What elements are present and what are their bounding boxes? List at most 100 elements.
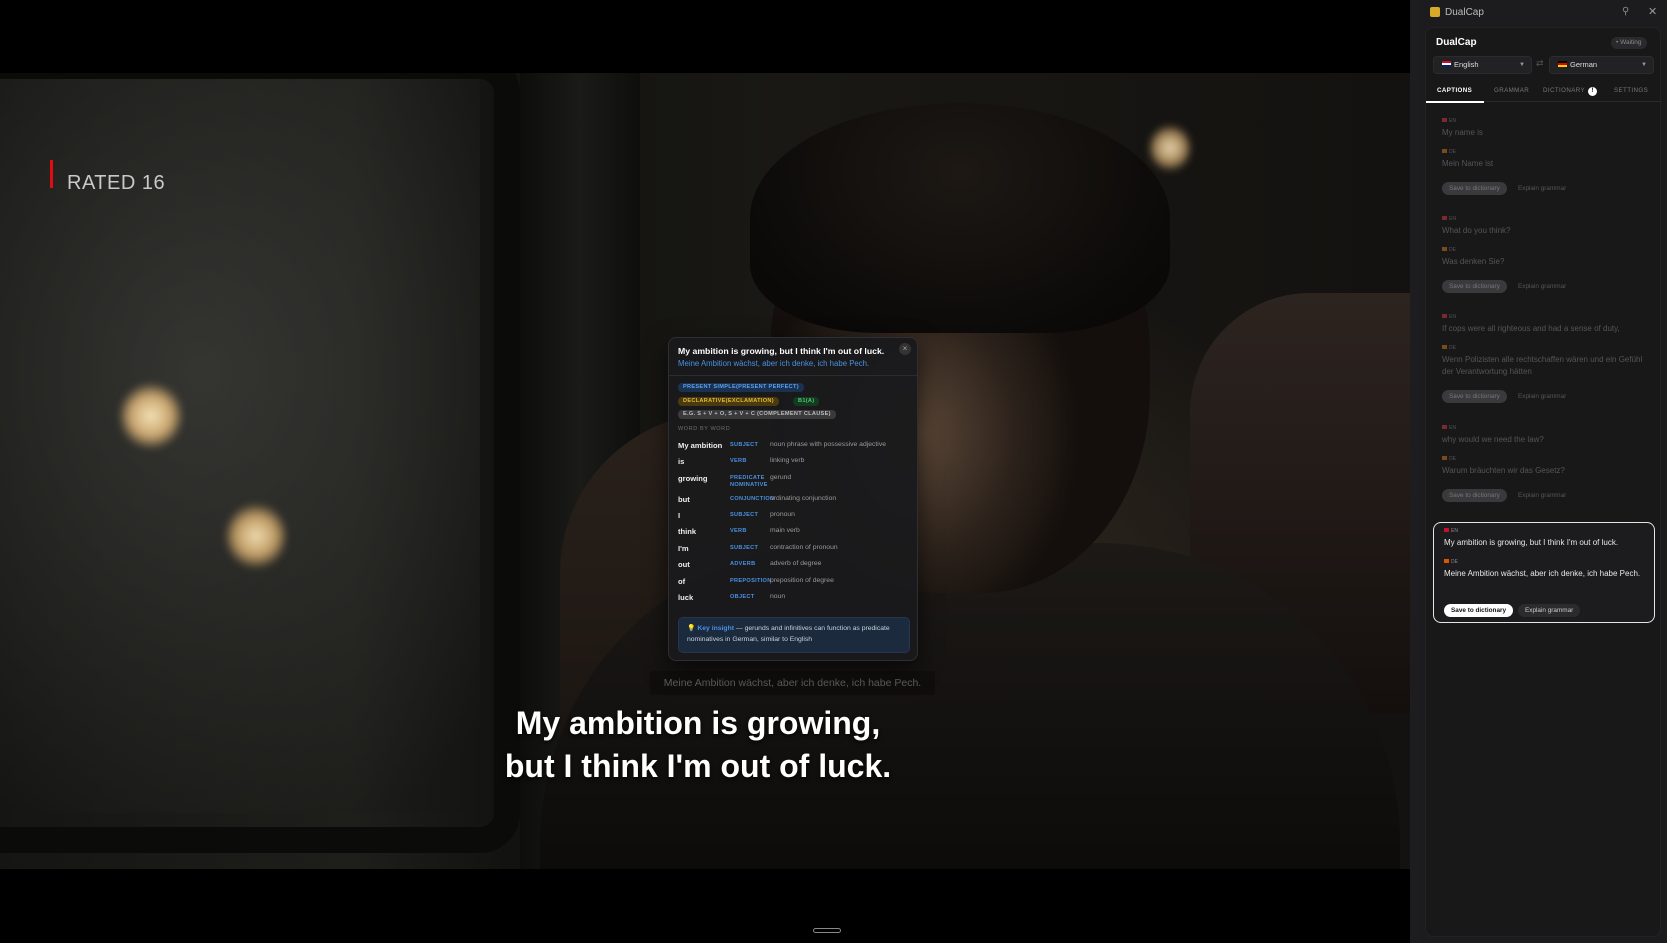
word-row: My ambition SUBJECT noun phrase with pos… <box>678 441 910 455</box>
sidebar-panel: DualCap • Waiting English ▼ ⇄ German ▼ C… <box>1425 27 1662 937</box>
word-role: VERB <box>730 528 747 534</box>
caption-english: why would we need the law? <box>1442 435 1544 444</box>
word-row: I'm SUBJECT contraction of pronoun <box>678 544 910 558</box>
word-by-word-label: WORD BY WORD <box>678 426 731 432</box>
caption-entry: EN why would we need the law? DE Warum b… <box>1432 425 1656 505</box>
german-flag-icon <box>1558 61 1567 67</box>
word-desc: linking verb <box>770 457 805 464</box>
status-badge: • Waiting <box>1611 37 1647 49</box>
word-desc: ordinating conjunction <box>770 495 837 502</box>
source-language-select[interactable]: English ▼ <box>1433 56 1532 74</box>
tab-settings[interactable]: SETTINGS <box>1614 87 1648 94</box>
save-to-dictionary-button[interactable]: Save to dictionary <box>1442 390 1507 403</box>
bokeh-light <box>120 383 182 449</box>
explain-grammar-button[interactable]: Explain grammar <box>1518 604 1581 617</box>
close-icon[interactable]: ✕ <box>1648 5 1657 18</box>
app-title: DualCap <box>1436 37 1477 48</box>
save-to-dictionary-button[interactable]: Save to dictionary <box>1442 280 1507 293</box>
word-desc: main verb <box>770 527 800 534</box>
tab-dictionary[interactable]: DICTIONARY! <box>1543 87 1598 96</box>
word-role: OBJECT <box>730 594 755 600</box>
maturity-rating: RATED 16 <box>67 172 166 194</box>
word-desc: adverb of degree <box>770 560 822 567</box>
word-role: VERB <box>730 458 747 464</box>
caption-german: Was denken Sie? <box>1442 257 1505 266</box>
caption-english: My name is <box>1442 128 1483 137</box>
rating-accent-bar <box>50 160 53 188</box>
save-to-dictionary-button[interactable]: Save to dictionary <box>1442 182 1507 195</box>
word-row: think VERB main verb <box>678 527 910 541</box>
tab-bar: CAPTIONS GRAMMAR DICTIONARY! SETTINGS <box>1426 82 1662 103</box>
pin-icon[interactable]: ⚲ <box>1622 6 1629 17</box>
divider <box>669 375 917 376</box>
uk-flag-icon <box>1442 61 1451 67</box>
chevron-down-icon: ▼ <box>1641 62 1647 68</box>
german-flag-icon: DE <box>1442 149 1456 155</box>
mood-tag: DECLARATIVE(EXCLAMATION) <box>678 397 779 406</box>
secondary-subtitle: Meine Ambition wächst, aber ich denke, i… <box>650 671 935 695</box>
explain-grammar-button[interactable]: Explain grammar <box>1518 182 1566 195</box>
word-role: ADVERB <box>730 561 756 567</box>
word-role: PREDICATE NOMINATIVE <box>730 475 768 488</box>
tense-tag: PRESENT SIMPLE(PRESENT PERFECT) <box>678 383 804 392</box>
caption-entry: EN What do you think? DE Was denken Sie?… <box>1432 216 1656 296</box>
explain-grammar-button[interactable]: Explain grammar <box>1518 280 1566 293</box>
tab-dictionary-label: DICTIONARY <box>1543 87 1586 94</box>
word-role: SUBJECT <box>730 545 759 551</box>
word-row: out ADVERB adverb of degree <box>678 560 910 574</box>
word-row: is VERB linking verb <box>678 457 910 471</box>
caption-english: What do you think? <box>1442 226 1511 235</box>
bokeh-light <box>226 503 286 569</box>
word: think <box>678 527 697 536</box>
word-desc: contraction of pronoun <box>770 544 838 551</box>
word-desc: preposition of degree <box>770 577 834 584</box>
word-row: I SUBJECT pronoun <box>678 511 910 525</box>
word-row: luck OBJECT noun <box>678 593 910 607</box>
word: I <box>678 511 681 520</box>
subtitle-line: My ambition is growing, <box>515 705 881 741</box>
word-role: SUBJECT <box>730 442 759 448</box>
scrub-handle[interactable] <box>813 928 841 933</box>
save-to-dictionary-button[interactable]: Save to dictionary <box>1442 489 1507 502</box>
panel-divider[interactable] <box>1410 0 1418 943</box>
dualcap-logo-icon <box>1430 7 1440 17</box>
popup-translation: Meine Ambition wächst, aber ich denke, i… <box>678 359 870 368</box>
source-language-label: English <box>1454 60 1479 69</box>
explain-grammar-button[interactable]: Explain grammar <box>1518 489 1566 502</box>
target-language-select[interactable]: German ▼ <box>1549 56 1654 74</box>
word-row: but CONJUNCTION ordinating conjunction <box>678 495 910 509</box>
lightbulb-icon: 💡 <box>687 625 696 632</box>
german-flag-icon: DE <box>1444 559 1458 565</box>
word: out <box>678 560 690 569</box>
key-insight: 💡 Key insight — gerunds and infinitives … <box>678 617 910 653</box>
word-desc: noun <box>770 593 786 600</box>
english-flag-icon: EN <box>1442 314 1456 320</box>
english-flag-icon: EN <box>1442 216 1456 222</box>
grammar-popup: My ambition is growing, but I think I'm … <box>668 337 918 661</box>
explain-grammar-button[interactable]: Explain grammar <box>1518 390 1566 403</box>
caption-entry: EN If cops were all righteous and had a … <box>1432 314 1656 404</box>
tab-grammar[interactable]: GRAMMAR <box>1494 87 1529 94</box>
caption-german: Wenn Polizisten alle rechtschaffen wären… <box>1442 355 1643 376</box>
close-icon[interactable]: × <box>899 343 911 355</box>
active-caption-card[interactable]: EN My ambition is growing, but I think I… <box>1433 522 1655 623</box>
window-titlebar: DualCap ⚲ ✕ <box>1418 0 1667 26</box>
caption-english: My ambition is growing, but I think I'm … <box>1444 538 1619 547</box>
word: I'm <box>678 544 689 553</box>
word-role: PREPOSITION <box>730 578 772 584</box>
insight-label: Key insight <box>697 625 734 632</box>
word: but <box>678 495 690 504</box>
word: My ambition <box>678 441 723 450</box>
caption-english: If cops were all righteous and had a sen… <box>1442 324 1620 333</box>
swap-icon[interactable]: ⇄ <box>1536 58 1544 69</box>
subtitle-line: but I think I'm out of luck. <box>504 748 892 784</box>
word: is <box>678 457 685 466</box>
video-player[interactable]: RATED 16 Meine Ambition wächst, aber ich… <box>0 0 1410 943</box>
caption-german: Mein Name ist <box>1442 159 1494 168</box>
save-to-dictionary-button[interactable]: Save to dictionary <box>1444 604 1514 617</box>
bokeh-light <box>1150 125 1190 171</box>
word-desc: gerund <box>770 474 792 481</box>
primary-subtitle[interactable]: My ambition is growing, but I think I'm … <box>400 702 996 788</box>
word-role: SUBJECT <box>730 512 759 518</box>
tab-captions[interactable]: CAPTIONS <box>1437 87 1472 94</box>
